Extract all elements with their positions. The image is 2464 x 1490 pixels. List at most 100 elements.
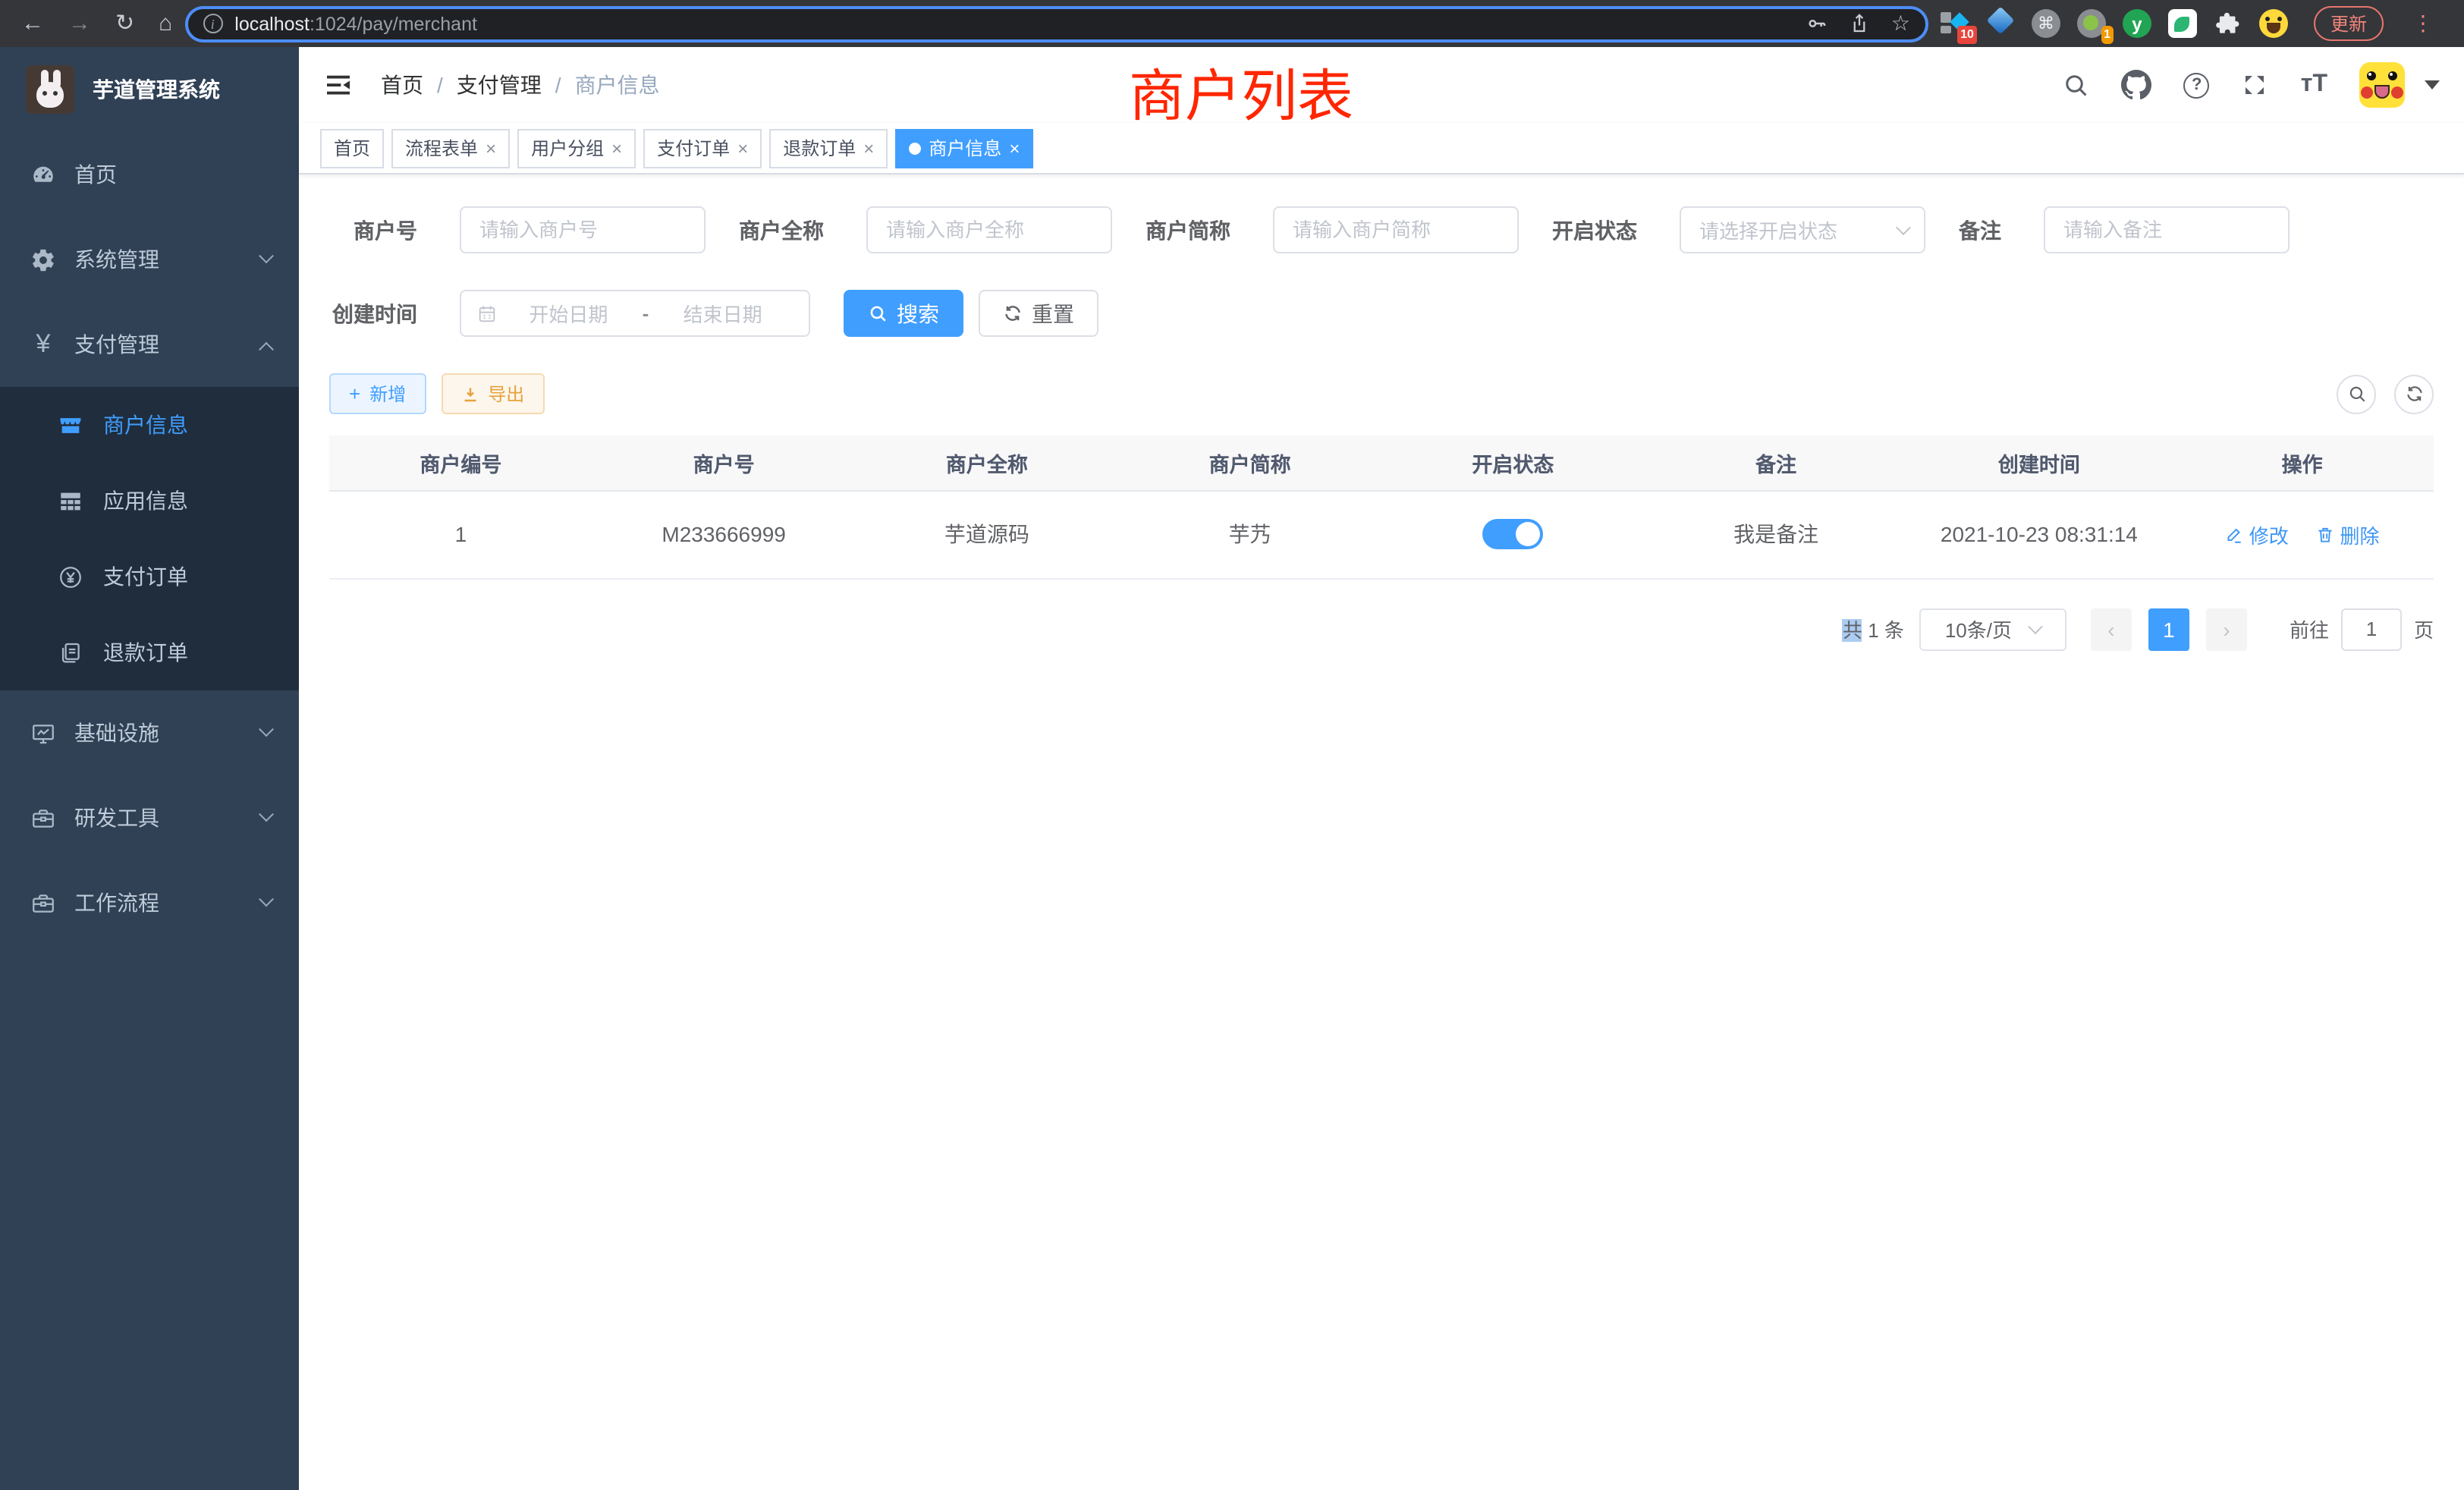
search-icon xyxy=(868,303,888,323)
sidebar-item-refund-order[interactable]: 退款订单 xyxy=(0,615,299,690)
chevron-down-icon xyxy=(259,891,274,906)
emoji-eye-left xyxy=(2265,17,2270,21)
show-search-toggle-button[interactable] xyxy=(2337,374,2376,413)
edit-button[interactable]: 修改 xyxy=(2225,520,2289,549)
export-button[interactable]: 导出 xyxy=(441,373,544,414)
share-icon[interactable] xyxy=(1849,12,1872,35)
home-icon[interactable]: ⌂ xyxy=(159,12,172,35)
add-button[interactable]: + 新增 xyxy=(329,373,426,414)
extension-command-icon[interactable]: ⌘ xyxy=(2032,9,2060,38)
close-icon[interactable]: × xyxy=(486,139,496,157)
browser-menu-icon[interactable]: ⋮ xyxy=(2406,11,2440,36)
back-icon[interactable]: ← xyxy=(21,12,44,35)
reload-icon[interactable]: ↻ xyxy=(115,12,134,35)
sidebar-item-pay-order[interactable]: 支付订单 xyxy=(0,539,299,615)
reset-button[interactable]: 重置 xyxy=(979,290,1098,337)
annotation-merchant-list-label: 商户列表 xyxy=(1129,50,1353,132)
rabbit-head xyxy=(36,82,64,108)
password-key-icon[interactable] xyxy=(1806,12,1829,35)
url-text[interactable]: localhost:1024/pay/merchant xyxy=(234,13,1806,34)
sidebar-item-pay[interactable]: ¥ 支付管理 xyxy=(0,302,299,387)
chevron-down-icon xyxy=(259,806,274,821)
close-icon[interactable]: × xyxy=(611,139,622,157)
cell-full-name: 芋道源码 xyxy=(856,490,1119,578)
tab-refund-order[interactable]: 退款订单× xyxy=(769,128,888,168)
prev-page-button[interactable]: ‹ xyxy=(2091,608,2132,650)
refresh-table-button[interactable] xyxy=(2394,374,2434,413)
tab-merchant-info[interactable]: 商户信息× xyxy=(895,128,1033,168)
extension-y-icon[interactable]: y xyxy=(2123,9,2151,38)
current-page-button[interactable]: 1 xyxy=(2148,608,2189,650)
app-title: 芋道管理系统 xyxy=(93,74,220,105)
browser-chrome: ← → ↻ ⌂ i localhost:1024/pay/merchant ☆ … xyxy=(0,0,2464,47)
sidebar-item-home[interactable]: 首页 xyxy=(0,132,299,217)
emoji-mouth xyxy=(2267,23,2280,33)
close-icon[interactable]: × xyxy=(863,139,874,157)
column-header: 商户全称 xyxy=(856,435,1119,490)
sidebar-item-dev-tools[interactable]: 研发工具 xyxy=(0,775,299,860)
edit-pen-icon xyxy=(2225,524,2245,544)
forward-icon[interactable]: → xyxy=(68,12,91,35)
site-info-icon[interactable]: i xyxy=(203,14,222,33)
active-dot xyxy=(909,142,921,154)
help-icon[interactable]: ? xyxy=(2184,72,2210,98)
column-header: 商户简称 xyxy=(1118,435,1381,490)
tab-home[interactable]: 首页 xyxy=(320,128,384,168)
sidebar-item-merchant-info[interactable]: 商户信息 xyxy=(0,387,299,463)
chevron-down-icon xyxy=(1896,220,1911,235)
extensions-puzzle-icon[interactable] xyxy=(2214,9,2242,38)
reset-button-label: 重置 xyxy=(1032,298,1074,328)
goto-page-input[interactable] xyxy=(2341,608,2402,650)
avatar-caret-icon[interactable] xyxy=(2425,80,2440,90)
sidebar-item-label: 研发工具 xyxy=(74,803,159,833)
status-toggle[interactable] xyxy=(1482,519,1543,549)
sidebar-item-app-info[interactable]: 应用信息 xyxy=(0,463,299,539)
page-size-select[interactable]: 10条/页 xyxy=(1919,608,2066,650)
close-icon[interactable]: × xyxy=(1009,139,1020,157)
tab-process-form[interactable]: 流程表单× xyxy=(391,128,510,168)
extension-blue-diamond-icon[interactable]: 10 xyxy=(1941,9,1969,38)
filter-merchant-no: 商户号 xyxy=(329,206,706,253)
yen-circle-icon xyxy=(58,564,83,589)
search-button[interactable]: 搜索 xyxy=(844,290,963,337)
merchant-no-input[interactable] xyxy=(460,206,706,253)
table-toolbar: + 新增 导出 xyxy=(329,373,2434,414)
search-icon[interactable] xyxy=(2063,71,2090,99)
pagination-goto: 前往 页 xyxy=(2290,608,2434,650)
extension-leaf-icon[interactable] xyxy=(2168,9,2197,38)
bookmark-star-icon[interactable]: ☆ xyxy=(1891,11,1910,36)
filter-label: 备注 xyxy=(1959,215,2044,245)
user-avatar[interactable] xyxy=(2359,62,2405,108)
fullscreen-icon[interactable] xyxy=(2242,71,2269,99)
short-name-input[interactable] xyxy=(1273,206,1519,253)
sidebar-item-system[interactable]: 系统管理 xyxy=(0,217,299,302)
app-logo[interactable]: 芋道管理系统 xyxy=(0,47,299,132)
breadcrumb-home[interactable]: 首页 xyxy=(381,70,423,100)
avocado-inner xyxy=(2083,15,2098,30)
extension-gem-icon[interactable] xyxy=(1986,9,2015,38)
github-icon[interactable] xyxy=(2122,70,2152,100)
sidebar-item-workflow[interactable]: 工作流程 xyxy=(0,860,299,945)
font-size-icon[interactable]: тT xyxy=(2301,71,2327,99)
sidebar-item-infra[interactable]: 基础设施 xyxy=(0,690,299,775)
close-icon[interactable]: × xyxy=(737,139,748,157)
tab-user-group[interactable]: 用户分组× xyxy=(517,128,636,168)
page-content: 商户号 商户全称 商户简称 开启状态 请选择开启状态 xyxy=(299,174,2464,1490)
gear-icon xyxy=(30,247,56,272)
profile-emoji-icon[interactable] xyxy=(2259,9,2288,38)
delete-button[interactable]: 删除 xyxy=(2316,520,2380,549)
next-page-button[interactable]: › xyxy=(2206,608,2247,650)
date-range-picker[interactable]: 开始日期 - 结束日期 xyxy=(460,290,810,337)
breadcrumb-section[interactable]: 支付管理 xyxy=(457,70,542,100)
url-bar[interactable]: i localhost:1024/pay/merchant ☆ xyxy=(184,5,1928,42)
sidebar-item-label: 首页 xyxy=(74,159,117,190)
remark-input[interactable] xyxy=(2044,206,2290,253)
chrome-update-button[interactable]: 更新 xyxy=(2314,6,2384,41)
status-select[interactable]: 请选择开启状态 xyxy=(1680,206,1925,253)
sidebar-toggle-icon[interactable] xyxy=(323,70,354,100)
full-name-input[interactable] xyxy=(866,206,1112,253)
cell-status xyxy=(1381,490,1645,578)
extension-avocado-icon[interactable]: 1 xyxy=(2077,9,2106,38)
shop-icon xyxy=(58,412,83,438)
tab-pay-order[interactable]: 支付订单× xyxy=(643,128,762,168)
